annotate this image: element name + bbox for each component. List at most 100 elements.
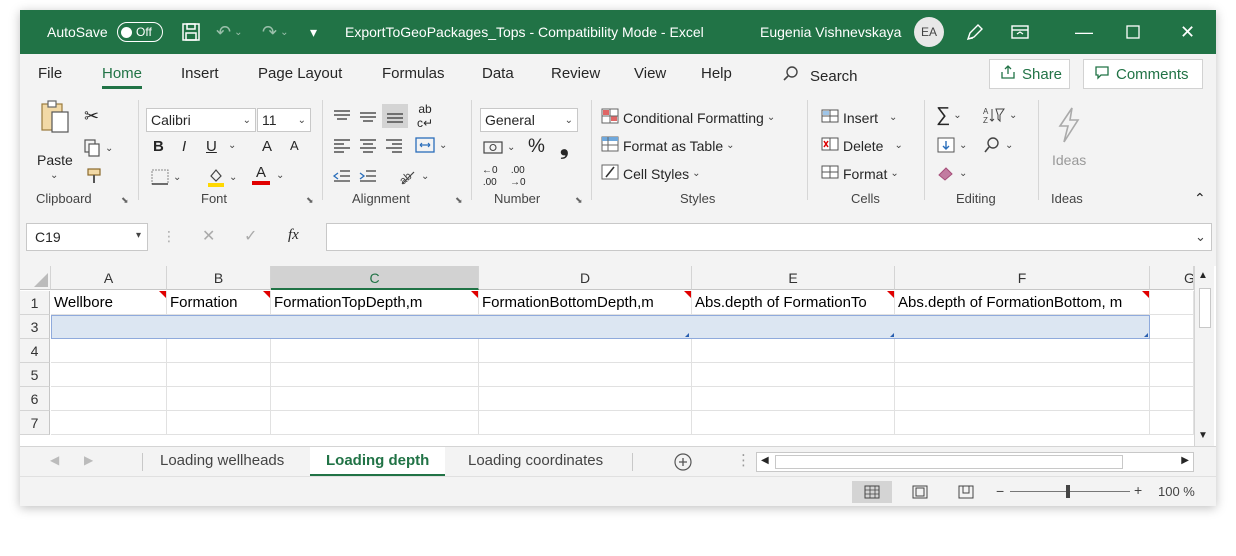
column-header-b[interactable]: B xyxy=(167,266,271,290)
autosave-toggle[interactable]: Off xyxy=(117,22,163,42)
zoom-out-icon[interactable]: − xyxy=(996,483,1004,499)
insert-function-icon[interactable]: fx xyxy=(288,227,299,244)
fill-icon[interactable]: ⌄ xyxy=(936,136,967,154)
cell[interactable] xyxy=(895,387,1150,411)
cell-b1[interactable]: Formation xyxy=(167,291,271,315)
column-header-a[interactable]: A xyxy=(51,266,167,290)
number-launcher-icon[interactable]: ⬊ xyxy=(575,195,583,206)
cell[interactable] xyxy=(271,339,479,363)
increase-indent-icon[interactable] xyxy=(358,168,378,184)
name-box[interactable]: C19 ▾ xyxy=(26,223,148,251)
cell-c1[interactable]: FormationTopDepth,m xyxy=(271,291,479,315)
cell[interactable] xyxy=(1150,339,1194,363)
cell[interactable] xyxy=(692,339,895,363)
scroll-down-icon[interactable]: ▼ xyxy=(1198,430,1208,441)
cell[interactable] xyxy=(692,411,895,435)
align-center-icon[interactable] xyxy=(358,138,378,154)
cell[interactable] xyxy=(692,363,895,387)
top-align-icon[interactable] xyxy=(332,108,352,124)
tab-help[interactable]: Help xyxy=(701,65,732,82)
scroll-thumb[interactable] xyxy=(1199,288,1211,328)
confirm-entry-icon[interactable]: ✓ xyxy=(244,226,257,246)
decrease-decimal-icon[interactable]: .00 →0 xyxy=(510,166,526,188)
ribbon-display-options-icon[interactable] xyxy=(1010,10,1030,54)
paste-label[interactable]: Paste xyxy=(37,152,73,168)
increase-decimal-icon[interactable]: ←0.00 xyxy=(482,166,498,188)
zoom-slider-thumb[interactable] xyxy=(1066,485,1070,498)
cell[interactable] xyxy=(895,363,1150,387)
close-icon[interactable]: ✕ xyxy=(1180,10,1195,54)
cell[interactable] xyxy=(479,363,692,387)
font-color-button[interactable]: A xyxy=(252,165,270,185)
format-as-table-button[interactable]: Format as Table ⌄ xyxy=(600,135,735,156)
cell[interactable] xyxy=(271,387,479,411)
cell[interactable] xyxy=(1150,363,1194,387)
insert-cells-button[interactable]: Insert ⌄ xyxy=(820,107,897,128)
underline-chevron-icon[interactable]: ⌄ xyxy=(228,140,236,151)
customize-qat-icon[interactable]: ▾ xyxy=(310,10,317,54)
column-header-e[interactable]: E xyxy=(692,266,895,290)
tab-review[interactable]: Review xyxy=(551,65,600,82)
font-size-select[interactable]: 11 ⌄ xyxy=(257,108,311,132)
column-header-g[interactable]: G xyxy=(1150,266,1194,290)
row-header-3[interactable]: 3 xyxy=(20,315,50,339)
clipboard-launcher-icon[interactable]: ⬊ xyxy=(121,195,129,206)
tab-page-layout[interactable]: Page Layout xyxy=(258,65,342,82)
cell[interactable] xyxy=(167,387,271,411)
row-header-6[interactable]: 6 xyxy=(20,387,50,411)
sheet-tab-loading-wellheads[interactable]: Loading wellheads xyxy=(144,447,300,477)
tab-home[interactable]: Home xyxy=(102,65,143,89)
middle-align-icon[interactable] xyxy=(358,108,378,124)
column-header-c[interactable]: C xyxy=(271,266,479,290)
collapse-ribbon-icon[interactable]: ⌃ xyxy=(1194,190,1206,207)
zoom-slider[interactable] xyxy=(1010,485,1130,498)
decrease-indent-icon[interactable] xyxy=(332,168,352,184)
cell[interactable] xyxy=(51,363,167,387)
clear-icon[interactable]: ⌄ xyxy=(936,164,967,182)
search-box[interactable]: Search xyxy=(782,65,858,87)
sheet-tab-loading-depth[interactable]: Loading depth xyxy=(310,447,446,477)
avatar[interactable]: EA xyxy=(914,17,944,47)
cell-e1[interactable]: Abs.depth of FormationTo xyxy=(692,291,895,315)
row-header-1[interactable]: 1 xyxy=(20,291,50,315)
cell-styles-button[interactable]: Cell Styles ⌄ xyxy=(600,163,701,184)
cell-g1[interactable] xyxy=(1150,291,1194,315)
number-format-select[interactable]: General ⌄ xyxy=(480,108,578,132)
page-layout-view-icon[interactable] xyxy=(900,481,940,503)
cell[interactable] xyxy=(479,411,692,435)
expand-formula-bar-icon[interactable]: ⌄ xyxy=(1195,229,1206,245)
alignment-launcher-icon[interactable]: ⬊ xyxy=(455,195,463,206)
cell[interactable] xyxy=(167,339,271,363)
cell[interactable] xyxy=(167,411,271,435)
font-color-chevron-icon[interactable]: ⌄ xyxy=(276,170,284,181)
formula-input[interactable] xyxy=(326,223,1212,251)
tab-insert[interactable]: Insert xyxy=(181,65,219,82)
cancel-entry-icon[interactable]: ✕ xyxy=(202,226,215,246)
conditional-formatting-button[interactable]: Conditional Formatting ⌄ xyxy=(600,107,775,128)
orientation-icon[interactable]: ab ⌄ xyxy=(396,166,429,186)
next-sheet-icon[interactable]: ▶ xyxy=(84,453,93,467)
undo-icon[interactable]: ↶ ⌄ xyxy=(216,10,242,54)
format-cells-button[interactable]: Format ⌄ xyxy=(820,163,899,184)
bottom-align-icon[interactable] xyxy=(382,104,408,128)
select-all-corner[interactable] xyxy=(20,266,51,290)
wrap-text-icon[interactable]: ab c↵ xyxy=(417,103,433,129)
horizontal-scrollbar[interactable]: ◀ ▶ xyxy=(756,452,1194,472)
cell[interactable] xyxy=(271,363,479,387)
find-select-icon[interactable]: ⌄ xyxy=(982,136,1013,154)
normal-view-icon[interactable] xyxy=(852,481,892,503)
tab-file[interactable]: File xyxy=(38,65,62,82)
cell[interactable] xyxy=(51,387,167,411)
cell-f1[interactable]: Abs.depth of FormationBottom, m xyxy=(895,291,1150,315)
italic-button[interactable]: I xyxy=(182,138,186,155)
percent-style-button[interactable]: % xyxy=(528,136,545,158)
tab-formulas[interactable]: Formulas xyxy=(382,65,445,82)
merge-center-icon[interactable]: ⌄ xyxy=(414,136,447,154)
page-break-view-icon[interactable] xyxy=(946,481,986,503)
cell[interactable] xyxy=(479,339,692,363)
underline-button[interactable]: U xyxy=(206,138,217,155)
format-painter-icon[interactable] xyxy=(84,166,104,186)
cell[interactable] xyxy=(1150,411,1194,435)
accounting-format-icon[interactable]: ⌄ xyxy=(482,138,515,156)
copy-icon[interactable]: ⌄ xyxy=(82,138,113,158)
